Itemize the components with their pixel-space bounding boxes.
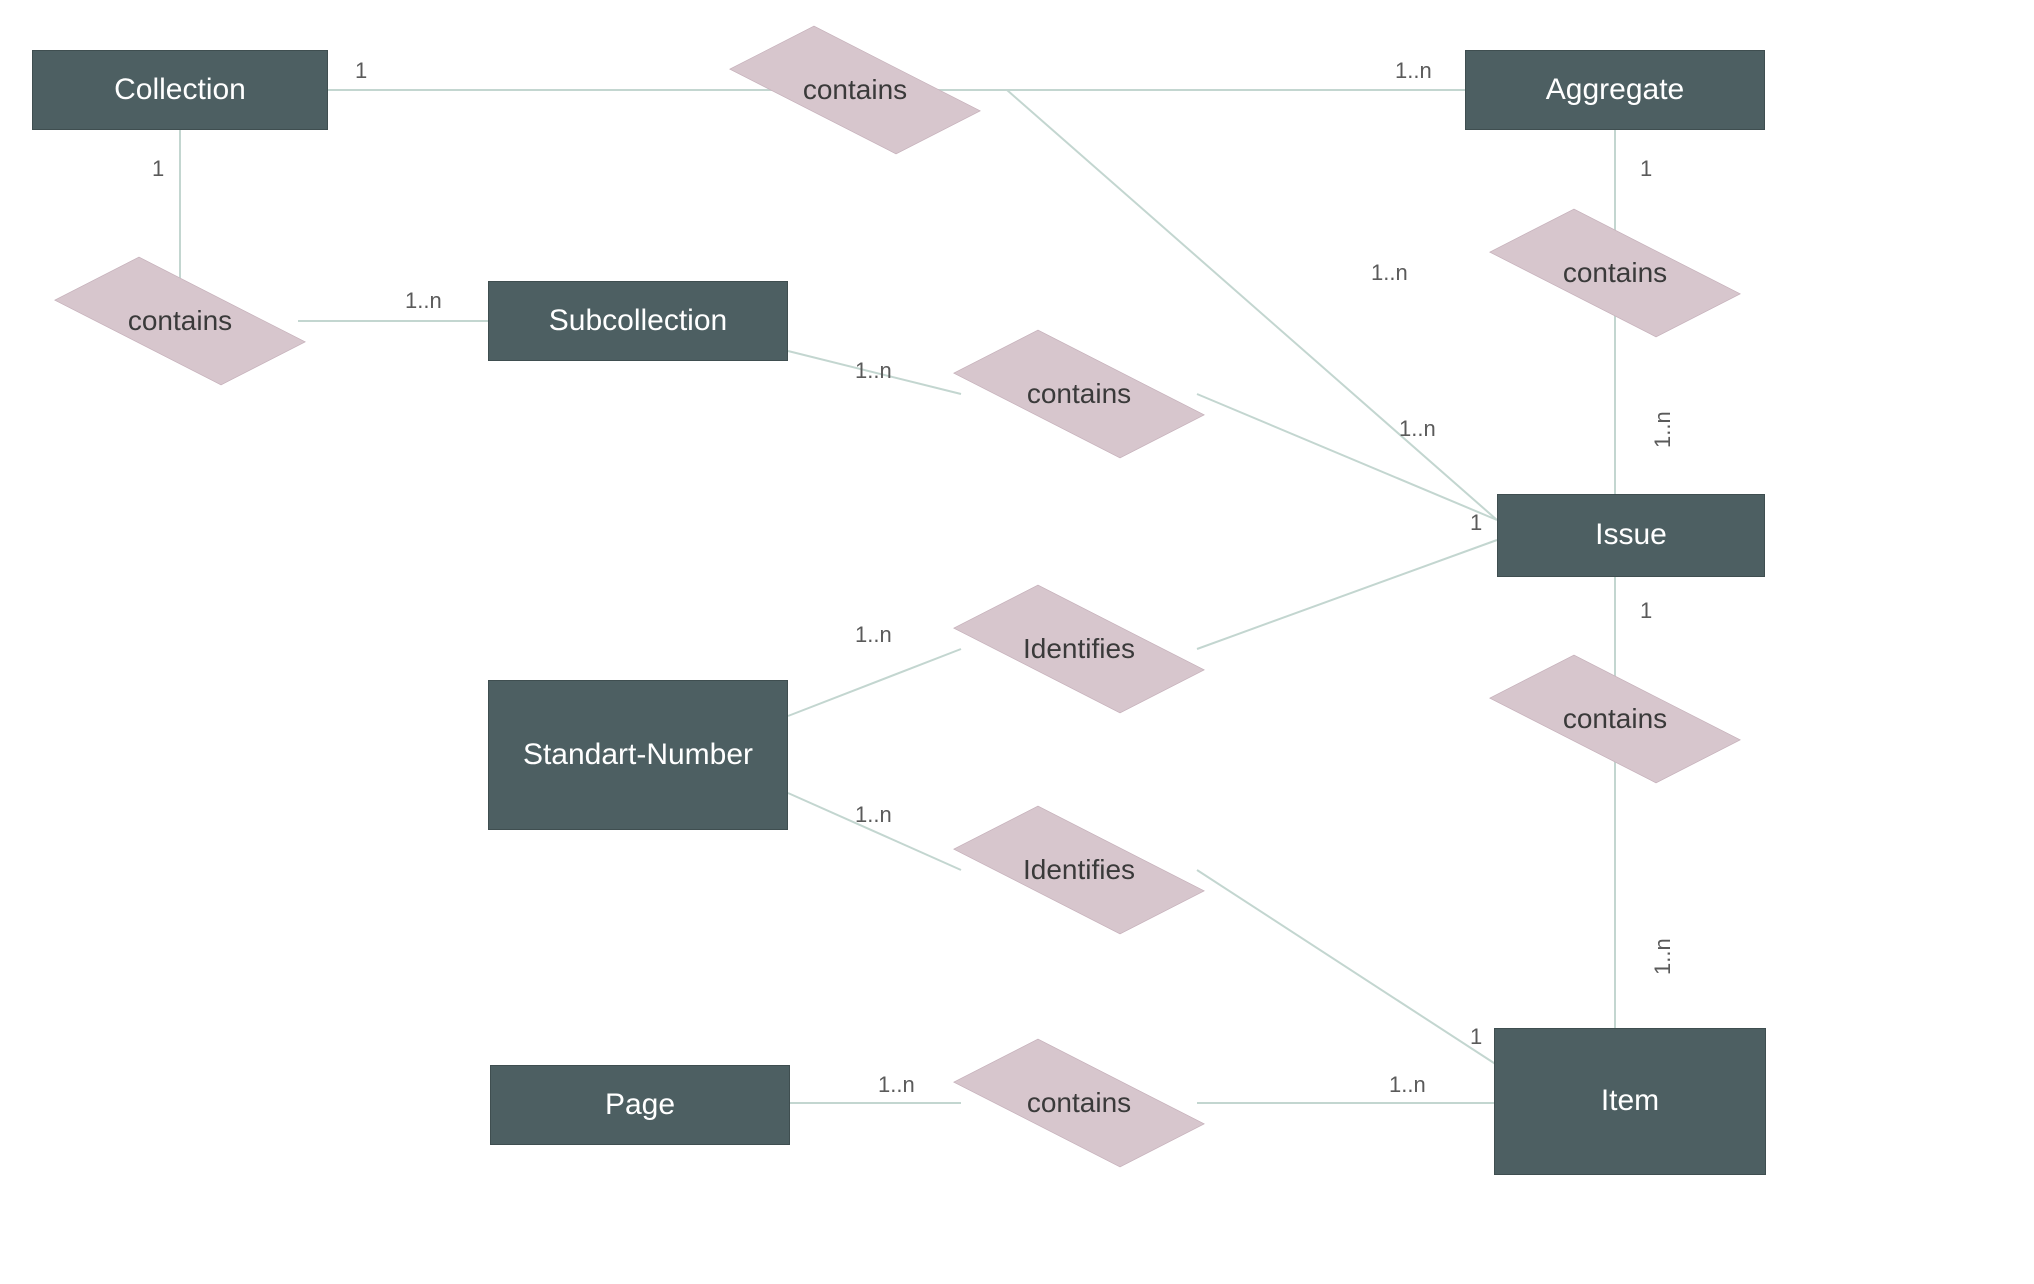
- card-subcollection-right: 1..n: [855, 358, 892, 384]
- entity-collection: Collection: [32, 50, 328, 130]
- rel-label: contains: [1027, 378, 1131, 410]
- card-aggregate-bottom: 1: [1640, 156, 1652, 182]
- entity-standart-number-label: Standart-Number: [523, 738, 753, 773]
- rel-label: contains: [1027, 1087, 1131, 1119]
- entity-issue: Issue: [1497, 494, 1765, 577]
- rel-contains-aggregate-issue: contains: [1497, 213, 1733, 333]
- entity-collection-label: Collection: [114, 73, 246, 108]
- rel-identifies-standart-item: Identifies: [961, 810, 1197, 930]
- rel-contains-subcollection-issue: contains: [961, 334, 1197, 454]
- card-item-top-vert: 1..n: [1650, 938, 1676, 975]
- entity-page-label: Page: [605, 1088, 675, 1123]
- rel-label: contains: [128, 305, 232, 337]
- rel-contains-issue-item: contains: [1497, 659, 1733, 779]
- entity-aggregate: Aggregate: [1465, 50, 1765, 130]
- card-page-right: 1..n: [878, 1072, 915, 1098]
- card-aggregate-left: 1..n: [1395, 58, 1432, 84]
- rel-contains-collection-subcollection: contains: [62, 261, 298, 381]
- card-issue-left-from-sub: 1..n: [1399, 416, 1436, 442]
- card-item-left-from-ident: 1: [1470, 1024, 1482, 1050]
- rel-contains-collection-aggregate: contains: [737, 30, 973, 150]
- rel-contains-item-page: contains: [961, 1043, 1197, 1163]
- card-item-left-from-page: 1..n: [1389, 1072, 1426, 1098]
- er-diagram-stage: Collection Subcollection Aggregate Issue…: [0, 0, 2034, 1284]
- rel-label: contains: [803, 74, 907, 106]
- entity-item-label: Item: [1601, 1084, 1659, 1119]
- rel-label: contains: [1563, 703, 1667, 735]
- card-subcollection-left: 1..n: [405, 288, 442, 314]
- rel-label: Identifies: [1023, 633, 1135, 665]
- entity-issue-label: Issue: [1595, 518, 1667, 553]
- entity-aggregate-label: Aggregate: [1546, 73, 1684, 108]
- entity-item: Item: [1494, 1028, 1766, 1175]
- card-issue-top-vert: 1..n: [1650, 411, 1676, 448]
- rel-label: Identifies: [1023, 854, 1135, 886]
- card-standart-bottom-right: 1..n: [855, 802, 892, 828]
- entity-standart-number: Standart-Number: [488, 680, 788, 830]
- entity-page: Page: [490, 1065, 790, 1145]
- card-collection-top-right: 1: [355, 58, 367, 84]
- card-collection-bottom: 1: [152, 156, 164, 182]
- card-issue-left-from-ident: 1: [1470, 510, 1482, 536]
- card-issue-top-left-diag: 1..n: [1371, 260, 1408, 286]
- rel-label: contains: [1563, 257, 1667, 289]
- entity-subcollection-label: Subcollection: [549, 304, 727, 339]
- card-issue-bottom: 1: [1640, 598, 1652, 624]
- entity-subcollection: Subcollection: [488, 281, 788, 361]
- card-standart-top-right: 1..n: [855, 622, 892, 648]
- rel-identifies-standart-issue: Identifies: [961, 589, 1197, 709]
